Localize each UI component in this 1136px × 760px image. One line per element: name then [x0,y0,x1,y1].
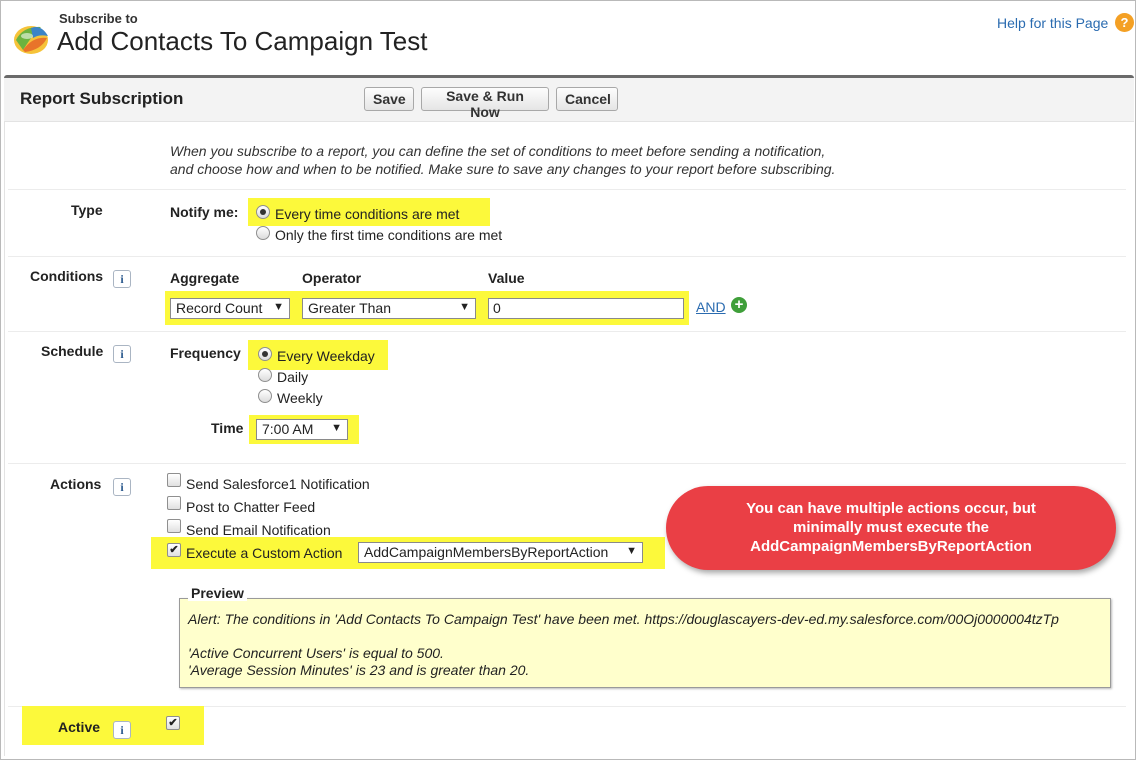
intro-line-1: When you subscribe to a report, you can … [170,143,826,159]
checkbox-chatter-label: Post to Chatter Feed [186,499,316,515]
radio-weekly-label: Weekly [277,390,323,406]
checkbox-custom-action-label: Execute a Custom Action [186,545,343,561]
time-select[interactable]: 7:00 AM ▼ [256,419,348,440]
radio-daily[interactable] [258,368,272,382]
page-subtitle: Subscribe to [59,11,138,26]
preview-alert-text: Alert: The conditions in 'Add Contacts T… [188,611,1059,627]
dropdown-arrow-icon: ▼ [331,422,342,434]
frequency-label: Frequency [170,345,241,361]
annotation-callout: You can have multiple actions occur, but… [666,486,1116,570]
radio-every-time-label: Every time conditions are met [275,206,460,222]
custom-action-value: AddCampaignMembersByReportAction [364,544,609,560]
intro-line-2: and choose how and when to be notified. … [170,161,836,177]
report-logo-icon [11,18,51,58]
preview-line-3: 'Average Session Minutes' is 23 and is g… [188,662,530,678]
conditions-label: Conditions [30,268,104,284]
dropdown-arrow-icon: ▼ [273,301,284,313]
preview-line-2: 'Active Concurrent Users' is equal to 50… [188,645,444,661]
checkbox-email-label: Send Email Notification [186,522,331,538]
checkbox-custom-action[interactable]: ✔ [167,543,181,557]
checkbox-salesforce1-label: Send Salesforce1 Notification [186,476,370,492]
aggregate-select[interactable]: Record Count ▼ [170,298,290,319]
conditions-info-icon[interactable]: i [113,270,131,288]
radio-daily-label: Daily [277,369,309,385]
add-condition-plus-icon[interactable]: + [731,297,747,313]
active-label: Active [58,719,101,735]
time-value: 7:00 AM [262,421,314,437]
radio-first-time[interactable] [256,226,270,240]
active-info-icon[interactable]: i [113,721,131,739]
actions-info-icon[interactable]: i [113,478,131,496]
operator-value: Greater Than [308,300,392,316]
aggregate-header: Aggregate [170,270,240,286]
callout-line-1: You can have multiple actions occur, but [746,500,1036,517]
value-header: Value [488,270,525,286]
custom-action-select[interactable]: AddCampaignMembersByReportAction ▼ [358,542,643,563]
help-link[interactable]: Help for this Page [997,15,1108,31]
checkbox-email[interactable] [167,519,181,533]
value-input[interactable]: 0 [488,298,684,319]
active-checkbox[interactable]: ✔ [166,716,180,730]
section-divider [8,256,1126,257]
operator-select[interactable]: Greater Than ▼ [302,298,476,319]
notify-me-label: Notify me: [170,204,239,220]
cancel-button[interactable]: Cancel [556,87,618,111]
type-label: Type [71,202,103,218]
schedule-label: Schedule [41,343,104,359]
dropdown-arrow-icon: ▼ [626,545,637,557]
radio-every-weekday[interactable] [258,347,272,361]
preview-legend: Preview [188,585,247,601]
intro-text: When you subscribe to a report, you can … [170,142,835,178]
radio-every-time[interactable] [256,205,270,219]
and-link[interactable]: AND [696,299,726,315]
radio-first-time-label: Only the first time conditions are met [275,227,503,243]
save-and-run-button[interactable]: Save & Run Now [421,87,549,120]
schedule-info-icon[interactable]: i [113,345,131,363]
aggregate-value: Record Count [176,300,263,316]
section-divider [8,463,1126,464]
actions-label: Actions [50,476,102,492]
checkbox-salesforce1[interactable] [167,473,181,487]
operator-header: Operator [302,270,362,286]
section-divider [8,189,1126,190]
callout-line-3: AddCampaignMembersByReportAction [750,538,1032,555]
help-icon[interactable]: ? [1115,13,1134,32]
section-divider [8,331,1126,332]
panel-title: Report Subscription [20,89,184,108]
callout-line-2: minimally must execute the [793,519,989,536]
time-label: Time [211,420,244,436]
dropdown-arrow-icon: ▼ [459,301,470,313]
radio-weekly[interactable] [258,389,272,403]
checkbox-chatter[interactable] [167,496,181,510]
save-button[interactable]: Save [364,87,414,111]
radio-every-weekday-label: Every Weekday [277,348,375,364]
panel-left-border [4,121,5,756]
page-title: Add Contacts To Campaign Test [57,26,428,56]
